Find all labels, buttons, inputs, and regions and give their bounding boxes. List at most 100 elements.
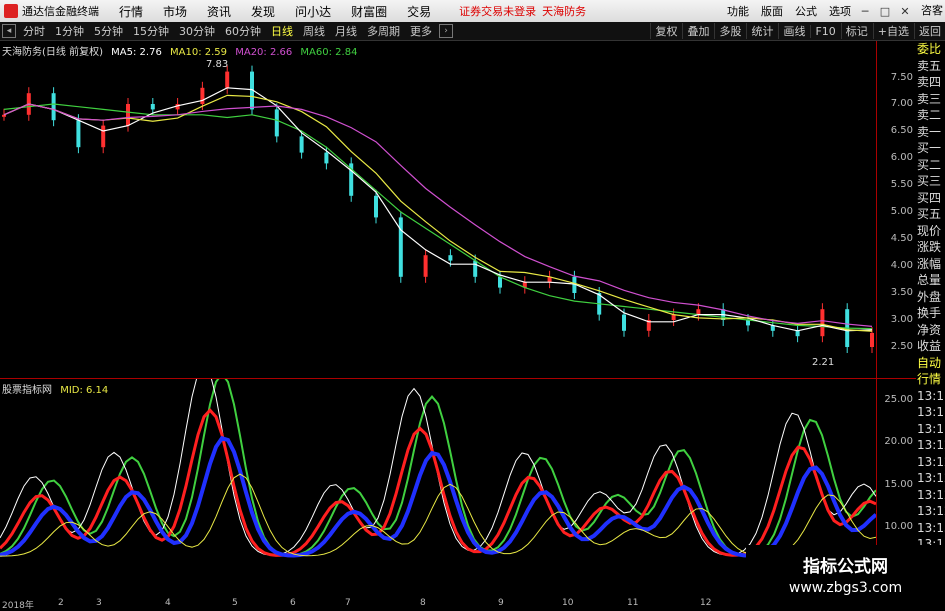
ma10-line (3, 94, 873, 332)
add-watchlist-button[interactable]: +自选 (872, 23, 913, 39)
period-monthly[interactable]: 月线 (335, 23, 357, 39)
price-tick: 2.50 (890, 341, 913, 352)
ma20-label: MA20: 2.66 (235, 47, 293, 58)
period-multi[interactable]: 多周期 (367, 23, 400, 39)
prev-icon[interactable]: ◂ (2, 24, 16, 38)
period-60m[interactable]: 60分钟 (225, 23, 261, 39)
side-label: 13:11 (917, 388, 945, 403)
current-stock: 天海防务 (542, 5, 587, 18)
menu-item-news[interactable]: 资讯 (207, 3, 231, 20)
side-label: 卖一 (917, 124, 942, 139)
date-axis: 2018年 2 3 4 5 6 7 8 9 10 11 12 (0, 598, 876, 611)
period-15m[interactable]: 15分钟 (133, 23, 169, 39)
side-label: 13:12 (917, 487, 945, 502)
candle-body (150, 104, 155, 110)
price-tick: 3.00 (890, 314, 913, 325)
period-5m[interactable]: 5分钟 (94, 23, 123, 39)
date-label: 12 (700, 598, 712, 608)
menu-item-quotes[interactable]: 行情 (119, 3, 143, 20)
ma10-label: MA10: 2.59 (170, 47, 228, 58)
news-button[interactable]: 咨客 (921, 0, 943, 22)
f10-button[interactable]: F10 (810, 24, 839, 38)
back-button[interactable]: 返回 (914, 23, 945, 39)
period-1m[interactable]: 1分钟 (55, 23, 84, 39)
menu-item-ask[interactable]: 问小达 (295, 3, 331, 20)
date-label: 4 (165, 598, 171, 608)
price-tick: 6.50 (890, 125, 913, 136)
adjust-button[interactable]: 复权 (650, 23, 681, 39)
side-label: 买二 (917, 157, 942, 172)
overlay-button[interactable]: 叠加 (682, 23, 713, 39)
side-label: 卖五 (917, 58, 942, 73)
watermark: 指标公式网 www.zbgs3.com (746, 545, 945, 609)
period-more[interactable]: 更多 (410, 23, 432, 39)
candle-body (374, 195, 378, 218)
menu-formula[interactable]: 公式 (795, 3, 817, 19)
side-label: 总量 (917, 273, 942, 287)
date-label: 3 (96, 598, 102, 608)
watermark-title: 指标公式网 (803, 557, 888, 577)
candle-body (870, 332, 874, 347)
price-tick: 4.50 (890, 233, 913, 244)
stats-button[interactable]: 统计 (746, 23, 777, 39)
side-label: 外盘 (917, 289, 942, 304)
price-tick: 7.00 (890, 98, 913, 109)
side-label: 换手 (917, 306, 942, 320)
close-icon[interactable]: ✕ (895, 5, 915, 18)
date-label: 6 (290, 598, 296, 608)
candle-body (225, 71, 230, 88)
menu-item-trade[interactable]: 交易 (407, 3, 431, 20)
quote-side-panel[interactable]: 委比 卖五 卖四 卖三 卖二 卖一 买一 买二 买三 买四 买五 现价 涨跌 涨幅 总量 外盘 换手 净资 收益 自动… (917, 41, 945, 599)
candle-body (51, 93, 56, 121)
candle-body (473, 260, 478, 277)
menu-item-market[interactable]: 市场 (163, 3, 187, 20)
date-label: 8 (420, 598, 426, 608)
stock-period-label: 天海防务(日线 前复权) (2, 47, 103, 58)
menu-item-discover[interactable]: 发现 (251, 3, 275, 20)
menu-function[interactable]: 功能 (727, 3, 749, 19)
period-daily[interactable]: 日线 (271, 23, 293, 39)
period-weekly[interactable]: 周线 (303, 23, 325, 39)
candle-body (746, 320, 750, 326)
candle-body (622, 314, 626, 331)
ind-tick: 15.00 (884, 479, 913, 490)
period-intraday[interactable]: 分时 (23, 23, 45, 39)
indicator-chart-svg (0, 363, 878, 558)
price-chart-svg (2, 65, 874, 353)
minimize-icon[interactable]: ─ (855, 5, 875, 18)
candle-body (398, 217, 403, 277)
side-label: 买四 (917, 190, 942, 205)
ind-tick: 10.00 (884, 521, 913, 532)
candle-body (696, 309, 701, 315)
candle-body (820, 309, 825, 337)
draw-button[interactable]: 画线 (778, 23, 809, 39)
price-chart[interactable]: 天海防务(日线 前复权) MA5: 2.76 MA10: 2.59 MA20: … (0, 41, 876, 378)
ma20-line (3, 103, 873, 327)
menu-item-wealth[interactable]: 财富圈 (351, 3, 387, 20)
period-30m[interactable]: 30分钟 (179, 23, 215, 39)
main-line-red (0, 408, 877, 557)
mark-button[interactable]: 标记 (840, 23, 872, 39)
date-label: 7 (345, 598, 351, 608)
login-notice[interactable]: 证券交易未登录 (459, 3, 536, 19)
date-label: 11 (627, 598, 639, 608)
date-label: 10 (562, 598, 574, 608)
side-label: 涨幅 (917, 256, 942, 271)
next-icon[interactable]: › (439, 24, 453, 38)
low-annotation: 2.21 (812, 357, 835, 368)
side-label: 涨跌 (917, 240, 942, 254)
maximize-icon[interactable]: □ (875, 5, 895, 18)
ind-tick: 20.00 (884, 436, 913, 447)
candle-body (299, 136, 304, 153)
indicator-chart[interactable]: 股票指标网 MID: 6.14 (0, 363, 878, 599)
menu-layout[interactable]: 版面 (761, 3, 783, 19)
side-label: 现价 (917, 223, 942, 238)
indicator-name: 股票指标网 (2, 385, 52, 396)
ma5-line (3, 87, 873, 332)
candle-body (274, 109, 279, 137)
menu-options[interactable]: 选项 (829, 3, 851, 19)
side-label: 自动 (917, 355, 942, 370)
ind-tick: 25.00 (884, 394, 913, 405)
side-label: 13:12 (917, 454, 945, 469)
multi-stock-button[interactable]: 多股 (714, 23, 745, 39)
